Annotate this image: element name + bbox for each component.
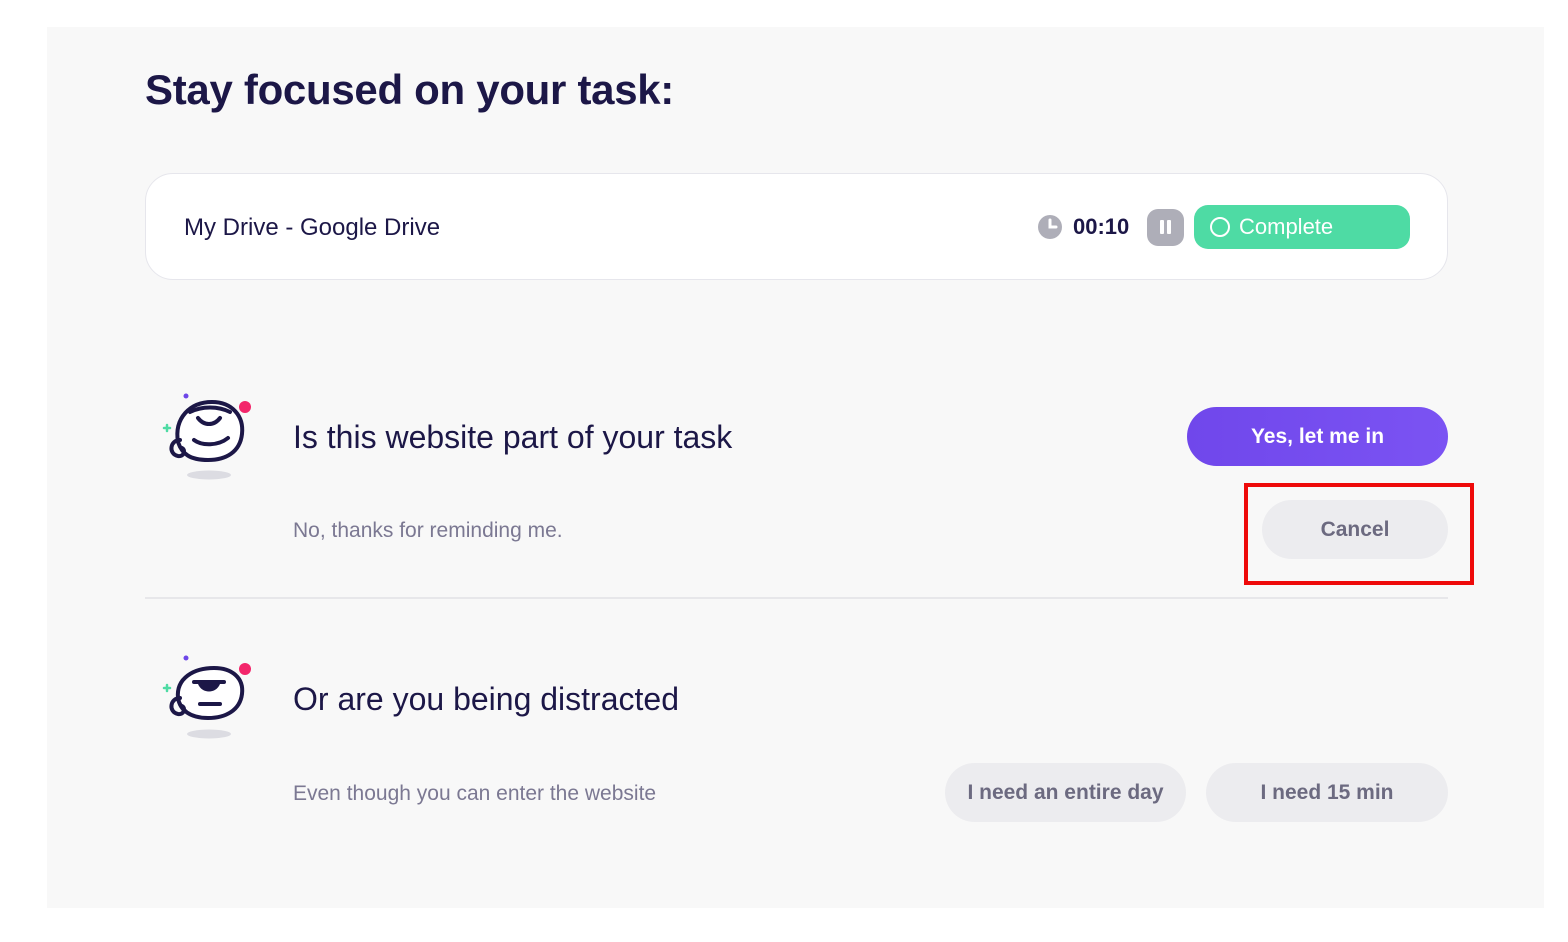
question-subtitle: No, thanks for reminding me. [293,519,563,542]
highlight-box [1244,483,1474,585]
complete-button[interactable]: Complete [1194,205,1410,249]
task-card: My Drive - Google Drive 00:10 Complete [145,173,1448,280]
grumpy-mascot-icon [162,655,251,739]
task-name: My Drive - Google Drive [184,214,441,241]
timer-value: 00:10 [1073,214,1130,239]
complete-label: Complete [1239,214,1334,239]
pause-button[interactable] [1147,209,1184,246]
yes-let-me-in-button[interactable]: Yes, let me in [1187,407,1448,466]
circle-icon [1210,217,1230,237]
distracted-title: Or are you being distracted [293,681,679,717]
page-title: Stay focused on your task: [145,66,674,113]
clock-icon [1038,215,1062,239]
entire-day-button[interactable]: I need an entire day [945,763,1186,822]
question-title: Is this website part of your task [293,419,733,455]
happy-mascot-icon [162,393,251,480]
fifteen-min-button[interactable]: I need 15 min [1206,763,1448,822]
divider [145,597,1448,599]
distracted-subtitle: Even though you can enter the website [293,782,657,805]
